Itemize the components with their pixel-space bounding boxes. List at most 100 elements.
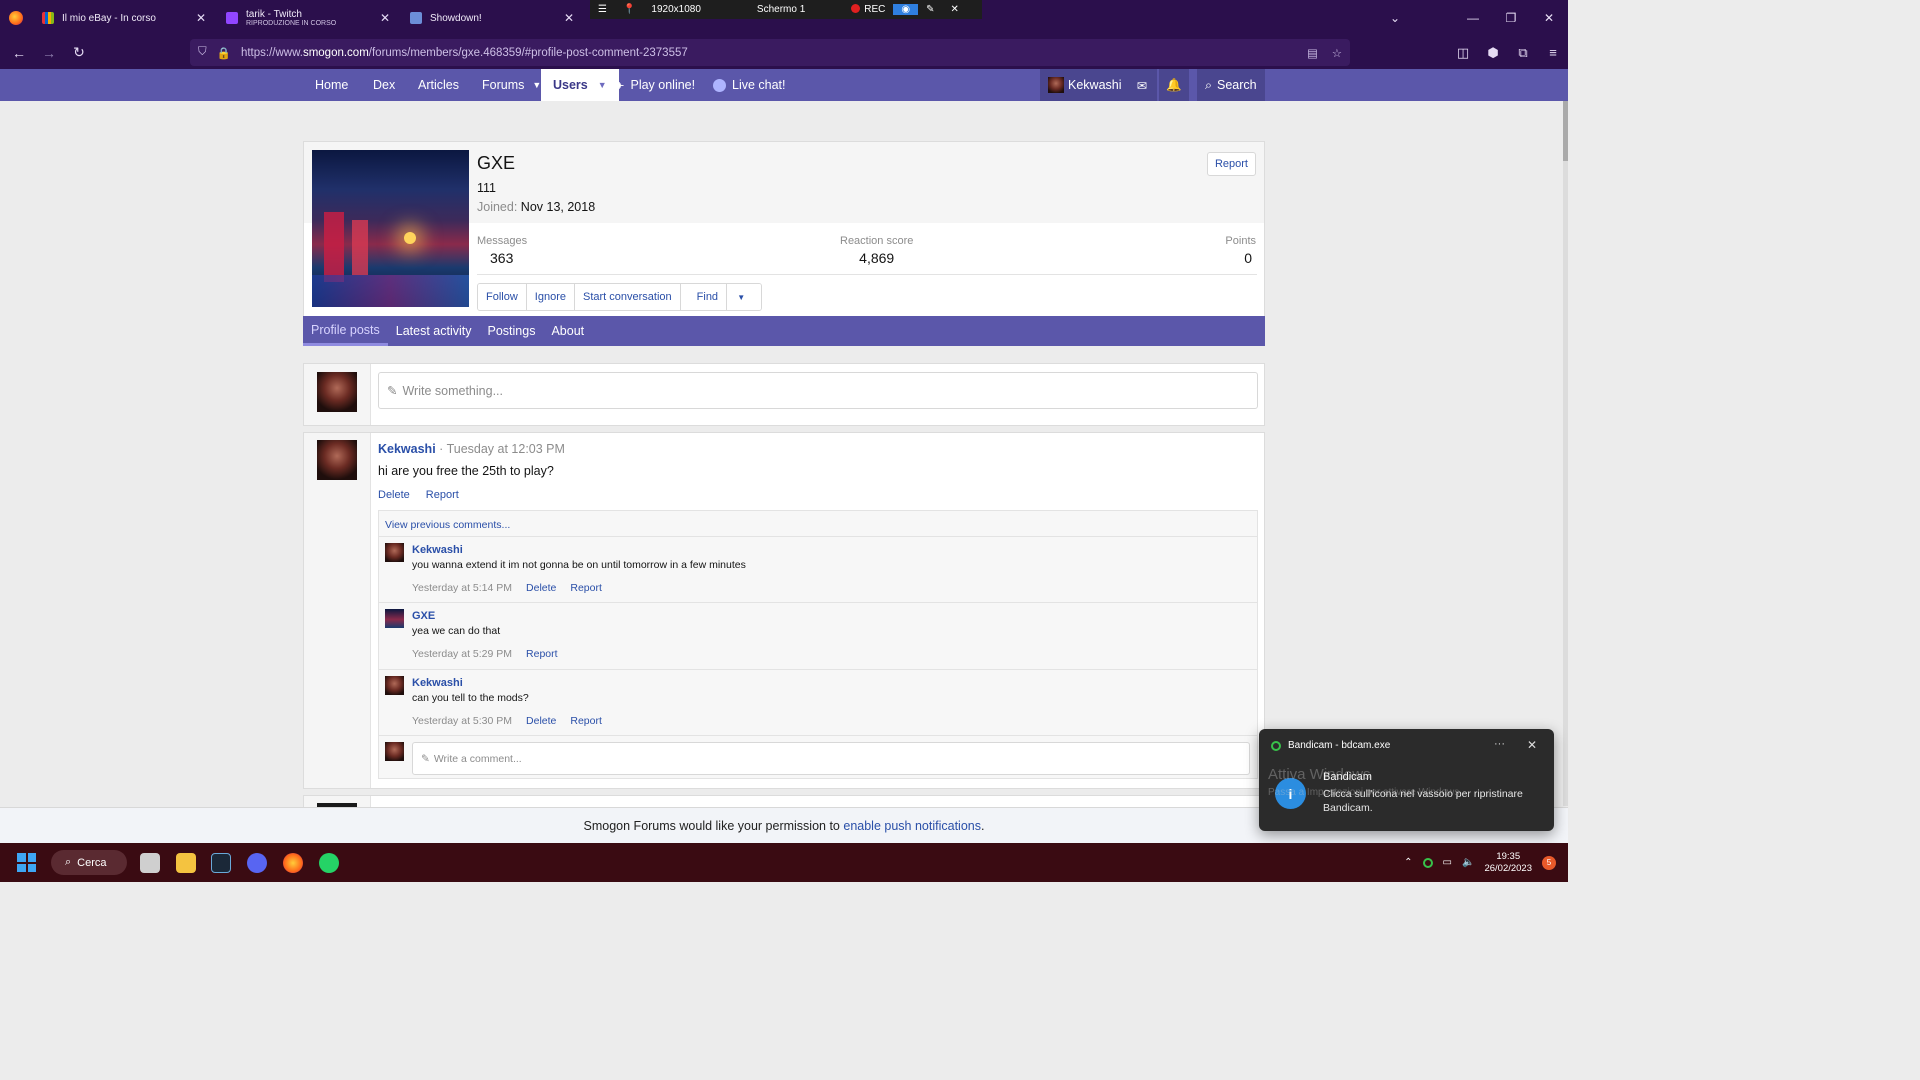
search-button[interactable]: ⌕ Search [1197,69,1265,101]
url-bar[interactable]: ⛉ 🔒 https://www.smogon.com/forums/member… [190,39,1350,66]
browser-tab-ebay[interactable]: Il mio eBay - In corso ✕ [32,0,216,36]
post-author[interactable]: Kekwashi · Tuesday at 12:03 PM [378,442,565,456]
shield-icon[interactable]: ⛉ [198,46,207,59]
comment-time[interactable]: Yesterday at 5:29 PM [412,648,512,660]
twitch-favicon-icon [226,12,238,24]
toast-header: Bandicam - bdcam.exe [1271,740,1390,751]
volume-icon[interactable]: 🔈 [1462,857,1474,868]
pin-icon[interactable]: 📍 [615,4,643,15]
extension-android-icon[interactable]: ⬢ [1478,45,1508,61]
browser-tab-showdown[interactable]: Showdown! ✕ [400,0,584,36]
chevron-down-icon[interactable]: ▼ [598,80,607,90]
avatar[interactable] [385,543,404,562]
nav-forums[interactable]: Forums ▼ [482,69,541,101]
reader-view-icon[interactable]: ▤ [1307,46,1318,60]
clock[interactable]: 19:35 26/02/2023 [1484,851,1532,875]
close-tab-icon[interactable]: ✕ [380,11,390,25]
write-something-input[interactable]: ✎ Write something... [378,372,1258,409]
comment-time[interactable]: Yesterday at 5:30 PM [412,715,512,727]
post-actions: Delete Report [378,489,459,501]
showdown-favicon-icon [410,12,422,24]
minimize-icon[interactable]: — [1454,0,1492,36]
bandicam-tray-icon[interactable] [1422,857,1433,868]
enable-push-link[interactable]: enable push notifications [843,819,981,833]
delete-link[interactable]: Delete [378,489,410,501]
delete-link[interactable]: Delete [526,715,556,727]
avatar[interactable] [385,676,404,695]
pocket-icon[interactable]: ◫ [1448,45,1478,61]
nav-users[interactable]: Users ▼ [541,69,619,101]
comment-time[interactable]: Yesterday at 5:14 PM [412,582,512,594]
comment-author[interactable]: GXE [412,610,435,622]
close-tab-icon[interactable]: ✕ [564,11,574,25]
bookmark-star-icon[interactable]: ☆ [1332,46,1342,60]
view-previous-comments-link[interactable]: View previous comments... [385,519,510,531]
pencil-icon[interactable]: ✎ [918,4,942,15]
browser-tab-twitch[interactable]: tarik - Twitch RIPRODUZIONE IN CORSO ✕ [216,0,400,36]
restore-icon[interactable]: ❐ [1492,0,1530,36]
nav-play-online[interactable]: ✈ Play online! [614,69,695,101]
report-link[interactable]: Report [570,582,602,594]
firefox-menu-icon[interactable] [0,0,32,36]
follow-button[interactable]: Follow [478,284,527,310]
chevron-down-icon[interactable]: ▼ [532,80,541,90]
start-conversation-button[interactable]: Start conversation [575,284,681,310]
bandicam-app-icon [1271,740,1281,751]
notification-badge[interactable]: 5 [1542,855,1556,870]
file-explorer-icon[interactable] [176,853,196,873]
close-icon[interactable]: ✕ [943,4,967,15]
page-scrollbar[interactable] [1563,101,1568,806]
report-link[interactable]: Report [426,489,459,501]
discord-icon [713,78,726,92]
extensions-puzzle-icon[interactable]: ⧉ [1508,45,1538,61]
task-view-icon[interactable] [140,853,160,873]
profile-avatar[interactable] [312,150,469,307]
report-button[interactable]: Report [1206,152,1256,176]
rec-button[interactable]: REC [843,4,893,15]
back-icon[interactable]: ← [4,38,34,68]
delete-link[interactable]: Delete [526,582,556,594]
comment-author[interactable]: Kekwashi [412,677,463,689]
taskbar-search[interactable]: ⌕ Cerca [51,850,127,875]
reload-icon[interactable]: ↻ [64,38,94,68]
close-window-icon[interactable]: ✕ [1530,0,1568,36]
nav-home[interactable]: Home [315,69,348,101]
report-link[interactable]: Report [526,648,558,660]
write-comment-input[interactable]: ✎ Write a comment... [412,742,1250,775]
stat-messages: Messages 363 [477,235,528,266]
comment-text: you wanna extend it im not gonna be on u… [412,559,746,571]
inbox-icon[interactable]: ✉ [1127,69,1157,101]
report-link[interactable]: Report [570,715,602,727]
avatar[interactable] [385,609,404,628]
bell-icon[interactable]: 🔔 [1159,69,1189,101]
forward-icon[interactable]: → [34,38,64,68]
hamburger-menu-icon[interactable]: ≡ [1538,45,1568,60]
nav-articles[interactable]: Articles [418,69,459,101]
network-icon[interactable]: ▭ [1443,857,1452,868]
tab-profile-posts[interactable]: Profile posts [303,316,388,346]
steam-icon[interactable] [211,853,231,873]
comment-author[interactable]: Kekwashi [412,544,463,556]
tab-latest-activity[interactable]: Latest activity [388,316,480,346]
close-icon[interactable]: ✕ [1527,738,1537,752]
more-options-icon[interactable]: ··· [1494,738,1505,750]
menu-icon[interactable]: ☰ [590,4,615,15]
tab-about[interactable]: About [543,316,592,346]
discord-icon[interactable] [247,853,267,873]
tab-list-icon[interactable]: ⌄ [1376,0,1414,36]
chevron-up-icon[interactable]: ⌃ [1404,857,1412,868]
nav-live-chat[interactable]: Live chat! [713,69,786,101]
nav-dex[interactable]: Dex [373,69,395,101]
firefox-icon[interactable] [283,853,303,873]
tab-postings[interactable]: Postings [480,316,544,346]
windows-start-icon[interactable] [17,853,36,872]
whatsapp-icon[interactable] [319,853,339,873]
account-menu[interactable]: Kekwashi [1040,69,1132,101]
find-button[interactable]: Find ▼ [680,284,762,310]
post-time[interactable]: · Tuesday at 12:03 PM [439,442,565,456]
avatar[interactable] [317,440,357,480]
close-tab-icon[interactable]: ✕ [196,11,206,25]
lock-icon[interactable]: 🔒 [217,46,231,60]
ignore-button[interactable]: Ignore [526,284,575,310]
screenshot-icon[interactable]: ◉ [893,4,919,15]
